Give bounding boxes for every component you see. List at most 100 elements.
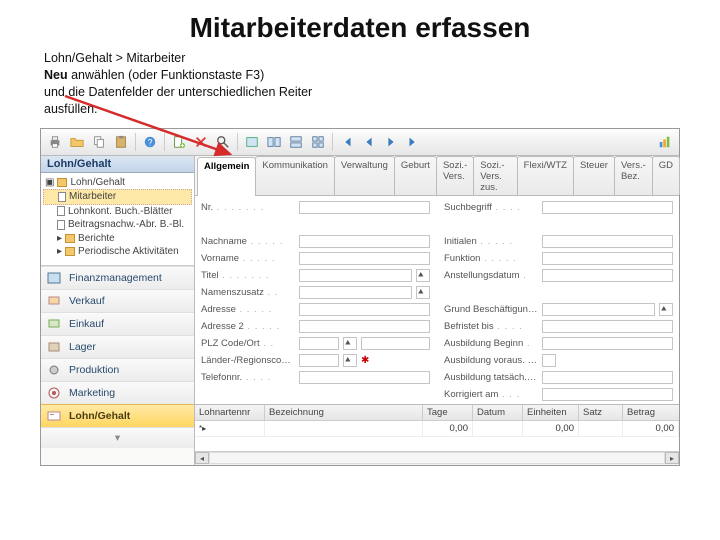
- telefon-input[interactable]: [299, 371, 430, 384]
- paste-button[interactable]: [111, 132, 131, 152]
- col-bezeichnung[interactable]: Bezeichnung: [265, 405, 423, 420]
- tree-item[interactable]: ▸Berichte: [43, 232, 192, 246]
- grund-lookup[interactable]: ⯅: [659, 303, 673, 316]
- nav-more[interactable]: ▾: [41, 427, 194, 448]
- new-button[interactable]: [169, 132, 189, 152]
- window-icon: [245, 135, 259, 149]
- tree-root[interactable]: ▣Lohn/Gehalt: [43, 176, 192, 190]
- window3-button[interactable]: [286, 132, 306, 152]
- tab-gd[interactable]: GD: [652, 156, 680, 195]
- gear-icon: [47, 363, 63, 377]
- form-area: Nr. . . . . . . . Nachname . . . . . Vor…: [195, 196, 679, 404]
- tab-sozivers[interactable]: Sozi.-Vers.: [436, 156, 474, 195]
- prev-button[interactable]: [359, 132, 379, 152]
- col-lohnartnr[interactable]: Lohnartennr: [195, 405, 265, 420]
- chart-button[interactable]: [655, 132, 675, 152]
- window2-button[interactable]: [264, 132, 284, 152]
- tab-verwaltung[interactable]: Verwaltung: [334, 156, 395, 195]
- grid-hscroll[interactable]: ◂ ▸: [195, 451, 679, 465]
- doc-icon: [57, 206, 65, 216]
- namenszusatz-input[interactable]: [299, 286, 412, 299]
- window-icon: [289, 135, 303, 149]
- field-label: Vorname . . . . .: [201, 253, 295, 264]
- field-label: Namenszusatz . .: [201, 287, 295, 298]
- copy-button[interactable]: [89, 132, 109, 152]
- tab-allgemein[interactable]: Allgemein: [197, 157, 256, 196]
- nav-einkauf[interactable]: Einkauf: [41, 312, 194, 335]
- tab-flexi[interactable]: Flexi/WTZ: [517, 156, 574, 195]
- target-icon: [47, 386, 63, 400]
- initialen-input[interactable]: [542, 235, 673, 248]
- col-satz[interactable]: Satz: [579, 405, 623, 420]
- window1-button[interactable]: [242, 132, 262, 152]
- namenszusatz-lookup[interactable]: ⯅: [416, 286, 430, 299]
- field-label: Ausbildung Beginn .: [444, 338, 538, 349]
- print-button[interactable]: [45, 132, 65, 152]
- anstellung-input[interactable]: [542, 269, 673, 282]
- delete-icon: [194, 135, 208, 149]
- nav-produktion[interactable]: Produktion: [41, 358, 194, 381]
- window4-button[interactable]: [308, 132, 328, 152]
- tree-item[interactable]: Lohnkont. Buch.-Blätter: [43, 205, 192, 219]
- nachname-input[interactable]: [299, 235, 430, 248]
- nav-tree[interactable]: ▣Lohn/Gehalt Mitarbeiter Lohnkont. Buch.…: [41, 173, 194, 266]
- tree-item[interactable]: ▸Periodische Aktivitäten: [43, 245, 192, 259]
- chart-icon: [658, 135, 672, 149]
- instr-line1: Lohn/Gehalt > Mitarbeiter: [44, 50, 720, 67]
- required-icon: ✱: [361, 355, 369, 366]
- tab-geburt[interactable]: Geburt: [394, 156, 437, 195]
- nav-lager[interactable]: Lager: [41, 335, 194, 358]
- ort-input[interactable]: [361, 337, 430, 350]
- tab-versbez[interactable]: Vers.-Bez.: [614, 156, 653, 195]
- nav-list: Finanzmanagement Verkauf Einkauf Lager P…: [41, 266, 194, 465]
- suchbegriff-input[interactable]: [542, 201, 673, 214]
- tab-steuer[interactable]: Steuer: [573, 156, 615, 195]
- last-button[interactable]: [403, 132, 423, 152]
- help-button[interactable]: ?: [140, 132, 160, 152]
- delete-button[interactable]: [191, 132, 211, 152]
- tree-item-mitarbeiter[interactable]: Mitarbeiter: [43, 189, 192, 205]
- scroll-right-button[interactable]: ▸: [665, 452, 679, 464]
- funktion-input[interactable]: [542, 252, 673, 265]
- nav-lohn-gehalt[interactable]: Lohn/Gehalt: [41, 404, 194, 427]
- tab-kommunikation[interactable]: Kommunikation: [255, 156, 334, 195]
- vorname-input[interactable]: [299, 252, 430, 265]
- scroll-track[interactable]: [209, 452, 665, 464]
- adresse2-input[interactable]: [299, 320, 430, 333]
- korrigiert-input[interactable]: [542, 388, 673, 401]
- nr-input[interactable]: [299, 201, 430, 214]
- tree-item[interactable]: Beitragsnachw.-Abr. B.-Bl.: [43, 218, 192, 232]
- form-col-right: Suchbegriff . . . . Initialen . . . . . …: [444, 200, 673, 400]
- ausb-voraus-input[interactable]: [542, 354, 556, 367]
- adresse-input[interactable]: [299, 303, 430, 316]
- land-input[interactable]: [299, 354, 339, 367]
- field-label: Telefonnr. . . . .: [201, 372, 295, 383]
- search-button[interactable]: [213, 132, 233, 152]
- befristet-input[interactable]: [542, 320, 673, 333]
- titel-lookup[interactable]: ⯅: [416, 269, 430, 282]
- plz-input[interactable]: [299, 337, 339, 350]
- toolbar-sep: [237, 133, 238, 151]
- grund-input[interactable]: [542, 303, 655, 316]
- titel-input[interactable]: [299, 269, 412, 282]
- open-button[interactable]: [67, 132, 87, 152]
- tab-sozivers-zus[interactable]: Sozi.-Vers. zus.: [473, 156, 517, 195]
- ausb-beginn-input[interactable]: [542, 337, 673, 350]
- col-einheiten[interactable]: Einheiten: [523, 405, 579, 420]
- window-icon: [311, 135, 325, 149]
- grid-row[interactable]: *▸ 0,00 0,00 0,00: [195, 421, 679, 437]
- col-betrag[interactable]: Betrag: [623, 405, 679, 420]
- next-button[interactable]: [381, 132, 401, 152]
- col-tage[interactable]: Tage: [423, 405, 473, 420]
- col-datum[interactable]: Datum: [473, 405, 523, 420]
- content-area: Allgemein Kommunikation Verwaltung Gebur…: [195, 156, 679, 465]
- print-icon: [48, 135, 62, 149]
- nav-marketing[interactable]: Marketing: [41, 381, 194, 404]
- first-button[interactable]: [337, 132, 357, 152]
- nav-verkauf[interactable]: Verkauf: [41, 289, 194, 312]
- nav-finanz[interactable]: Finanzmanagement: [41, 266, 194, 289]
- ausb-ende-input[interactable]: [542, 371, 673, 384]
- plz-lookup[interactable]: ⯅: [343, 337, 357, 350]
- land-lookup[interactable]: ⯅: [343, 354, 357, 367]
- scroll-left-button[interactable]: ◂: [195, 452, 209, 464]
